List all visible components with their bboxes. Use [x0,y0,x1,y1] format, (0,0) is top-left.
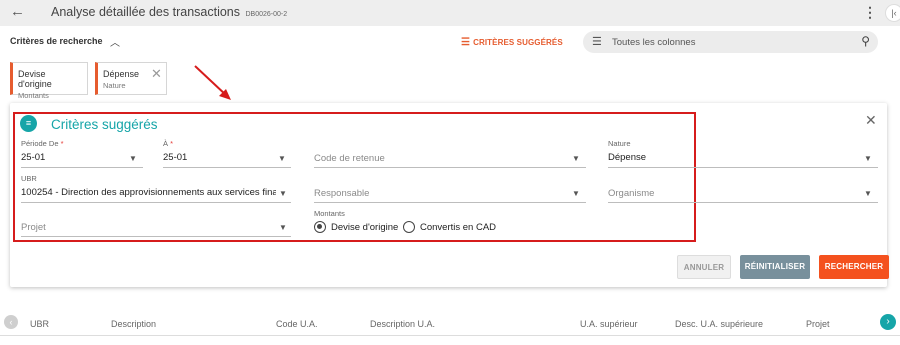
field-placeholder: Responsable [314,188,370,199]
caret-down-icon: ▼ [864,189,872,198]
caret-down-icon: ▼ [279,189,287,198]
organisme-select[interactable]: Organisme ▼ [608,174,878,204]
suggested-criteria-label: CRITÈRES SUGGÉRÉS [473,38,563,47]
caret-down-icon: ▼ [129,154,137,163]
field-value: Dépense [608,152,647,163]
field-underline [21,167,143,168]
ubr-select[interactable]: UBR 100254 - Direction des approvisionne… [21,174,291,204]
field-underline [21,202,291,203]
required-marker: * [170,139,174,148]
cancel-button[interactable]: ANNULER [677,255,731,279]
field-label-text: À [163,139,169,148]
column-search-placeholder: Toutes les colonnes [612,37,696,48]
criteria-chip-montants[interactable]: Devise d'origine Montants [10,62,88,100]
caret-down-icon: ▼ [279,223,287,232]
top-app-bar: ← Analyse détaillée des transactions DB0… [0,0,900,26]
radio-label: Devise d'origine [331,222,399,233]
tune-icon: ☰ [461,37,471,48]
page-code: DB0026-00-2 [245,11,288,18]
field-value: 25-01 [163,152,188,163]
field-placeholder: Projet [21,222,46,233]
scroll-right-icon[interactable]: › [880,314,896,330]
nature-select[interactable]: Nature Dépense ▼ [608,139,878,169]
page-title: Analyse détaillée des transactions DB002… [51,5,287,19]
scroll-left-icon[interactable]: ‹ [4,315,18,329]
radio-convertis-cad[interactable]: Convertis en CAD [403,220,499,234]
list-icon: ☰ [592,36,602,48]
panel-title: Critères suggérés [51,117,158,132]
radio-label: Convertis en CAD [420,222,497,233]
collapse-panel-icon[interactable]: |‹ [885,4,900,22]
radio-unselected-icon [403,221,415,233]
close-icon[interactable]: ✕ [865,112,877,129]
responsable-select[interactable]: Responsable ▼ [314,174,586,204]
search-icon[interactable]: ⚲ [861,34,870,48]
reset-button[interactable]: RÉINITIALISER [740,255,810,279]
field-underline [314,202,586,203]
montants-label: Montants [314,209,345,218]
periode-de-select[interactable]: Période De * 25-01 ▼ [21,139,143,169]
caret-down-icon: ▼ [864,154,872,163]
column-header-ua-superieur[interactable]: U.A. supérieur [580,319,638,329]
caret-down-icon: ▼ [572,154,580,163]
projet-select[interactable]: Projet ▼ [21,210,291,240]
caret-down-icon: ▼ [278,154,286,163]
suggested-criteria-button[interactable]: ☰ CRITÈRES SUGGÉRÉS [461,37,563,48]
chip-category: Montants [18,91,49,100]
radio-devise-origine[interactable]: Devise d'origine [314,220,404,234]
chip-value: Devise d'origine [18,69,52,89]
column-header-description-ua[interactable]: Description U.A. [370,319,435,329]
chip-category: Nature [103,81,126,90]
close-icon[interactable]: ✕ [151,67,162,80]
field-underline [608,202,878,203]
kebab-menu-icon[interactable]: ⋮ [863,4,877,20]
field-label: UBR [21,174,37,183]
field-label: Période De * [21,139,143,148]
criteria-chip-nature[interactable]: Dépense Nature ✕ [95,62,167,95]
field-label: À * [163,139,291,148]
periode-a-select[interactable]: À * 25-01 ▼ [163,139,291,169]
annotation-arrow-panel [194,65,231,100]
field-label: Nature [608,139,631,148]
page-title-text: Analyse détaillée des transactions [51,5,241,19]
field-label-text: Période De [21,139,59,148]
field-underline [608,167,878,168]
field-value: 25-01 [21,152,46,163]
field-placeholder: Organisme [608,188,655,199]
required-marker: * [60,139,64,148]
radio-selected-icon [314,221,326,233]
caret-down-icon: ▼ [572,189,580,198]
field-underline [314,167,586,168]
tune-icon: ≡ [20,115,37,132]
field-placeholder: Code de retenue [314,153,385,164]
field-value: 100254 - Direction des approvisionnement… [21,187,276,198]
field-underline [163,167,291,168]
column-header-desc-ua-superieure[interactable]: Desc. U.A. supérieure [675,319,763,329]
search-button[interactable]: RECHERCHER [819,255,889,279]
code-retenue-select[interactable]: Code de retenue ▼ [314,139,586,169]
column-header-description[interactable]: Description [111,319,156,329]
arrow-left-icon[interactable]: ← [10,3,25,21]
criteria-toggle-label[interactable]: Critères de recherche [10,36,103,46]
column-header-ubr[interactable]: UBR [30,319,49,329]
table-header-divider [0,335,900,336]
chevron-up-icon[interactable]: ︿ [110,34,120,49]
column-header-projet[interactable]: Projet [806,319,830,329]
column-header-code-ua[interactable]: Code U.A. [276,319,318,329]
column-search-input[interactable]: ☰ Toutes les colonnes ⚲ [583,31,878,53]
field-underline [21,236,291,237]
